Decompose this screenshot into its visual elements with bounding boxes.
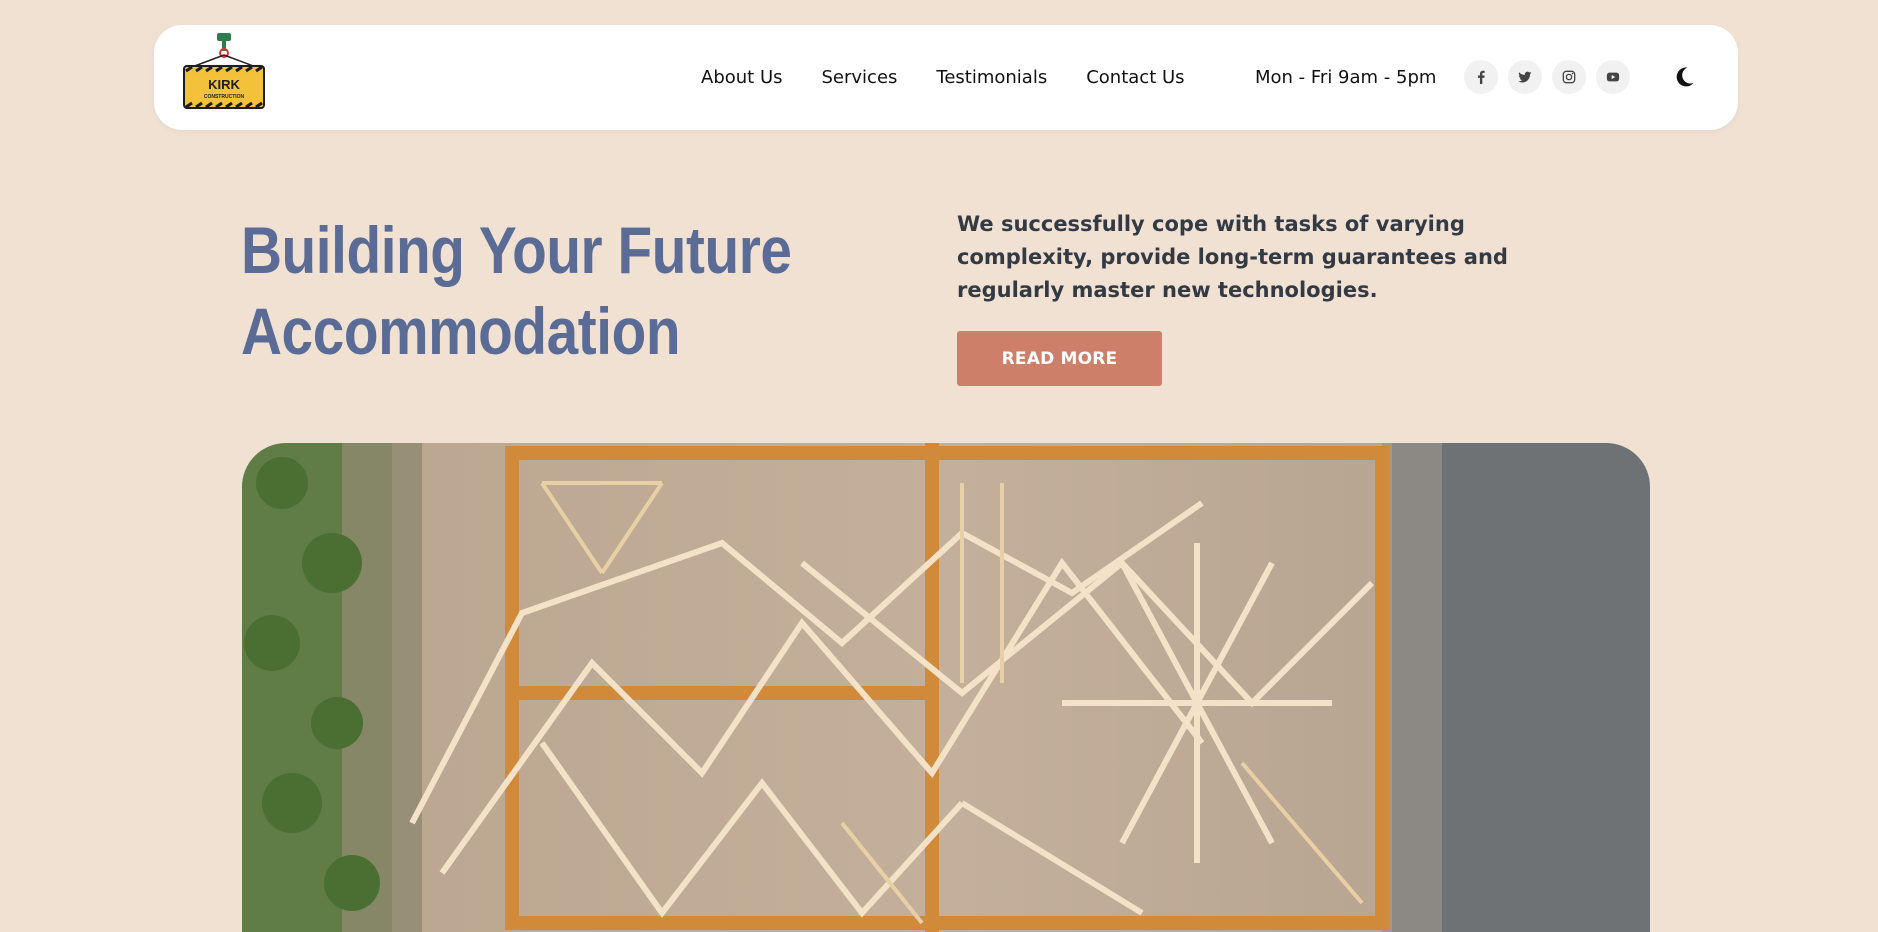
nav-about-us[interactable]: About Us	[701, 67, 783, 88]
logo-graphic: KIRK CONSTRUCTION	[183, 33, 265, 109]
hero-construction-image	[242, 443, 1650, 932]
hero-title-line2: Accommodation	[241, 294, 681, 368]
hero-description: We successfully cope with tasks of varyi…	[957, 212, 1508, 302]
read-more-button[interactable]: READ MORE	[957, 331, 1162, 386]
kirk-construction-logo[interactable]: KIRK CONSTRUCTION	[182, 33, 266, 111]
business-hours: Mon - Fri 9am - 5pm	[1255, 67, 1437, 88]
moon-icon[interactable]	[1670, 63, 1698, 91]
hero-title-line1: Building Your Future	[241, 213, 792, 287]
hero-title: Building Your Future Accommodation	[241, 210, 792, 372]
social-links	[1464, 60, 1630, 94]
construction-illustration	[242, 443, 1650, 932]
facebook-icon[interactable]	[1464, 60, 1498, 94]
site-header: KIRK CONSTRUCTION About Us Services Test…	[154, 25, 1738, 130]
nav-services[interactable]: Services	[822, 67, 898, 88]
logo-subtext: CONSTRUCTION	[204, 94, 245, 100]
instagram-icon[interactable]	[1552, 60, 1586, 94]
nav-contact-us[interactable]: Contact Us	[1086, 67, 1184, 88]
nav-testimonials[interactable]: Testimonials	[936, 67, 1047, 88]
twitter-icon[interactable]	[1508, 60, 1542, 94]
logo-text: KIRK	[208, 77, 240, 92]
youtube-icon[interactable]	[1596, 60, 1630, 94]
main-nav: About Us Services Testimonials Contact U…	[701, 25, 1185, 130]
